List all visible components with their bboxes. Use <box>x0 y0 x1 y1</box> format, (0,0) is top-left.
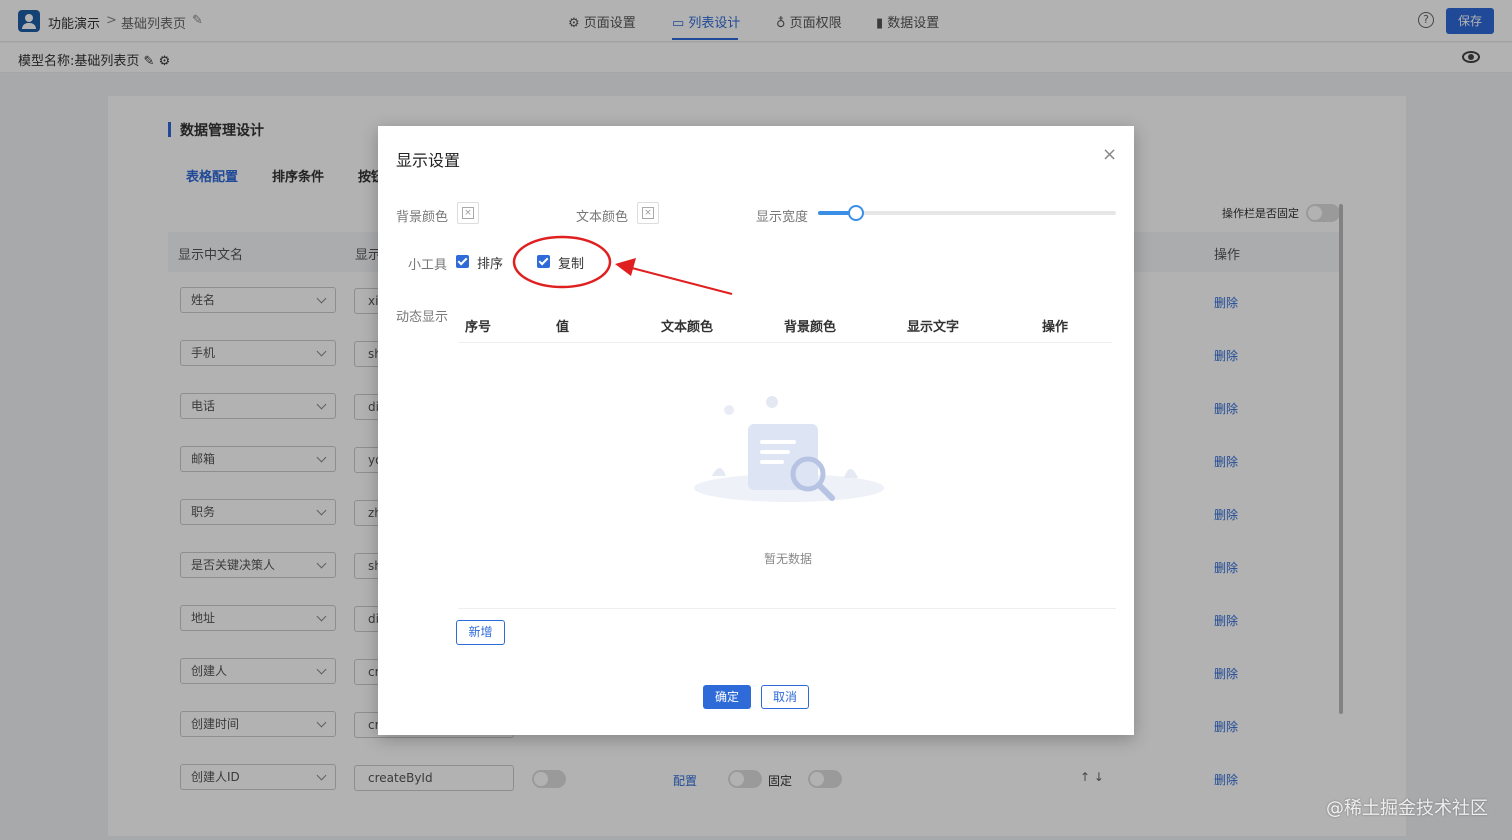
watermark: @稀土掘金技术社区 <box>1326 798 1488 819</box>
annotation-arrow-head <box>615 258 636 276</box>
red-annotation <box>512 235 733 295</box>
annotation-arrow-line <box>627 266 733 295</box>
annotation-circle <box>512 235 612 289</box>
